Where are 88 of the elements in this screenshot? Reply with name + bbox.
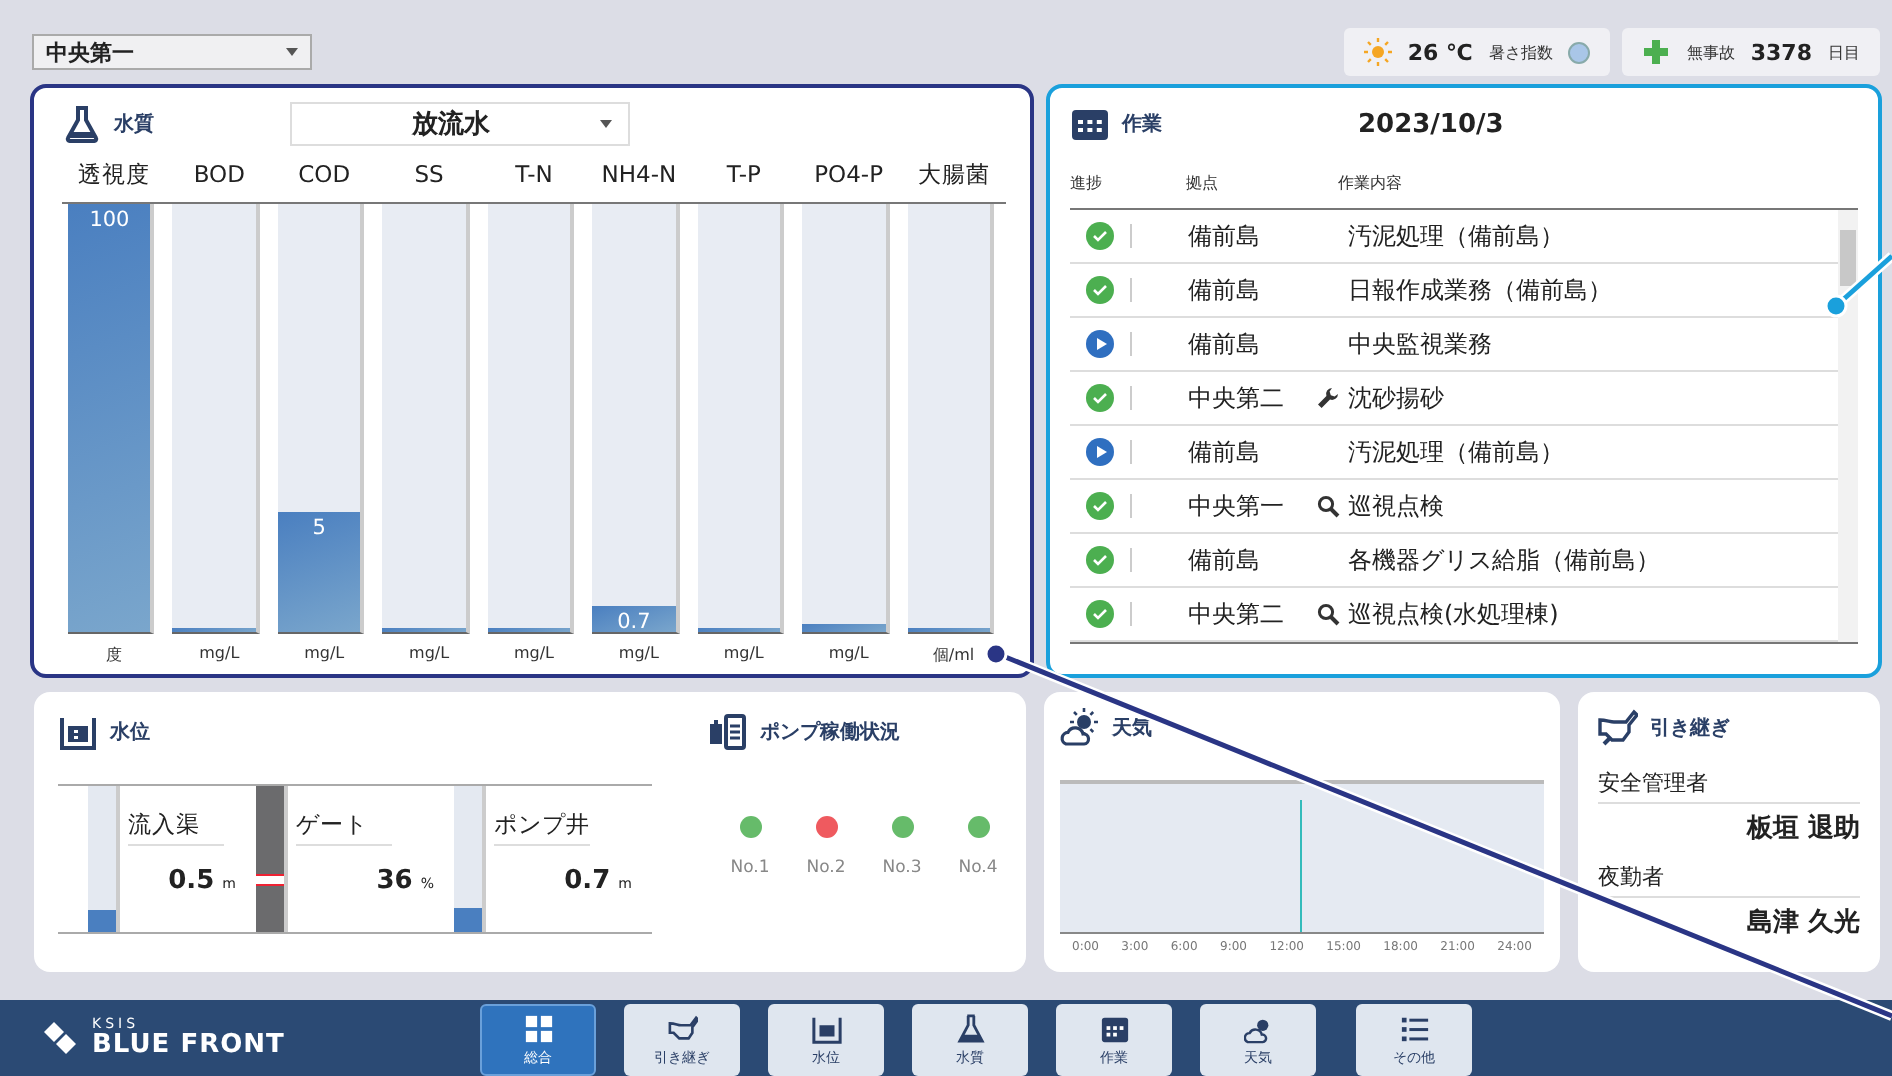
pump-icon <box>708 712 748 752</box>
site-cell-text: 備前島 <box>1186 327 1262 361</box>
task-row[interactable]: 備前島 汚泥処理（備前島） <box>1070 426 1838 480</box>
sun-icon <box>1363 38 1392 66</box>
site-cell-text: 備前島 <box>1186 273 1262 307</box>
gauge-value: 0.7 <box>564 866 611 896</box>
hand-icon <box>667 1013 697 1043</box>
unit-label: mg/L <box>826 642 871 666</box>
pump-label: No.1 <box>730 858 770 878</box>
person-name: 板垣 退助 <box>1744 811 1860 846</box>
unit-label: mg/L <box>721 642 766 666</box>
site-cell-text: 中央第二 <box>1186 597 1286 631</box>
panel-title: ポンプ稼働状況 <box>760 718 900 746</box>
calendar-icon <box>1099 1013 1129 1043</box>
panel-title: 作業 <box>1122 111 1162 138</box>
panel-title: 引き継ぎ <box>1650 715 1730 742</box>
gauge-label: 流入渠 <box>128 810 224 846</box>
task-cell: 巡視点検(水処理棟) <box>1348 597 1559 631</box>
role-label: 夜勤者 <box>1598 850 1860 898</box>
gauge-icon <box>58 712 98 752</box>
task-row[interactable]: 備前島 各機器グリス給脂（備前島） <box>1070 534 1838 588</box>
gauge-label: ポンプ井 <box>494 810 590 846</box>
site-cell-text: 備前島 <box>1186 435 1262 469</box>
logo-icon <box>40 1018 80 1058</box>
unit-label: mg/L <box>302 642 347 666</box>
days-unit: 日目 <box>1828 41 1860 63</box>
search-icon <box>1316 602 1340 626</box>
panel-title: 水位 <box>110 719 150 746</box>
unit-label: 度 <box>104 644 125 668</box>
gauge-value: 36 <box>376 866 413 896</box>
work-date: 2023/10/3 <box>1358 109 1504 139</box>
task-cell: 汚泥処理（備前島） <box>1348 435 1564 469</box>
task-cell: 巡視点検 <box>1348 489 1444 523</box>
panel-title: 天気 <box>1112 716 1152 742</box>
sun-cloud-icon <box>1060 708 1100 748</box>
plus-icon <box>1642 38 1671 66</box>
task-row[interactable]: 中央第二 巡視点検(水処理棟) <box>1070 588 1838 642</box>
column-header: 作業内容 <box>1338 171 1402 193</box>
calendar-icon <box>1070 104 1110 144</box>
temperature-text: 26 ℃ <box>1407 39 1473 65</box>
bar-value: 100 <box>87 208 132 232</box>
site-cell-text: 備前島 <box>1186 543 1262 577</box>
bar-value: 5 <box>310 516 328 541</box>
grid-icon <box>523 1013 553 1043</box>
task-cell: 汚泥処理（備前島） <box>1348 219 1564 253</box>
unit-label: mg/L <box>511 642 556 666</box>
task-cell: 中央監視業務 <box>1348 327 1492 361</box>
pump-label: No.2 <box>806 858 846 878</box>
list-icon <box>1399 1013 1429 1043</box>
task-row[interactable]: 備前島 汚泥処理（備前島） <box>1070 210 1838 264</box>
caret-icon <box>600 120 612 128</box>
safety-label: 無事故 <box>1686 41 1735 63</box>
task-row[interactable]: 中央第二 沈砂揚砂 <box>1070 372 1838 426</box>
unit-label: mg/L <box>616 642 661 666</box>
task-cell: 沈砂揚砂 <box>1348 381 1444 415</box>
caret-icon <box>286 48 298 56</box>
bar-value: 0.7 <box>615 610 653 635</box>
task-cell: 日報作成業務（備前島） <box>1348 273 1612 307</box>
unit-label: mg/L <box>197 642 242 666</box>
flask-icon <box>62 104 102 144</box>
heat-index-label: 暑さ指数 <box>1488 41 1553 63</box>
column-header: 進捗 <box>1070 171 1104 193</box>
person-name: 島津 久光 <box>1744 906 1860 940</box>
pump-label: No.4 <box>958 858 998 878</box>
site-cell-text: 中央第一 <box>1186 489 1286 523</box>
gauge-label: ゲート <box>296 810 392 846</box>
unit-label: mg/L <box>407 642 452 666</box>
role-label: 安全管理者 <box>1598 756 1860 804</box>
search-icon <box>1316 494 1340 518</box>
site-select[interactable]: 中央第一 <box>32 34 312 70</box>
wrench-icon <box>1316 386 1340 410</box>
brand-name: BLUE FRONT <box>92 1032 285 1058</box>
pump-label: No.3 <box>882 858 922 878</box>
sample-select[interactable]: 放流水 <box>290 102 630 146</box>
gauge-value: 0.5 <box>168 866 215 896</box>
scrollbar[interactable] <box>1838 210 1858 642</box>
flask-icon <box>955 1013 985 1043</box>
panel-title: 水質 <box>114 111 154 138</box>
hand-icon <box>1598 708 1638 748</box>
site-cell-text: 備前島 <box>1186 219 1262 253</box>
column-header: 拠点 <box>1184 171 1220 193</box>
safety-days: 3378 <box>1750 39 1812 65</box>
task-row[interactable]: 中央第一 巡視点検 <box>1070 480 1838 534</box>
site-cell-text: 中央第二 <box>1186 381 1286 415</box>
task-cell: 各機器グリス給脂（備前島） <box>1348 543 1660 577</box>
unit-label: 個/ml <box>930 644 977 668</box>
task-row[interactable]: 備前島 中央監視業務 <box>1070 318 1838 372</box>
gauge-icon <box>811 1013 841 1043</box>
